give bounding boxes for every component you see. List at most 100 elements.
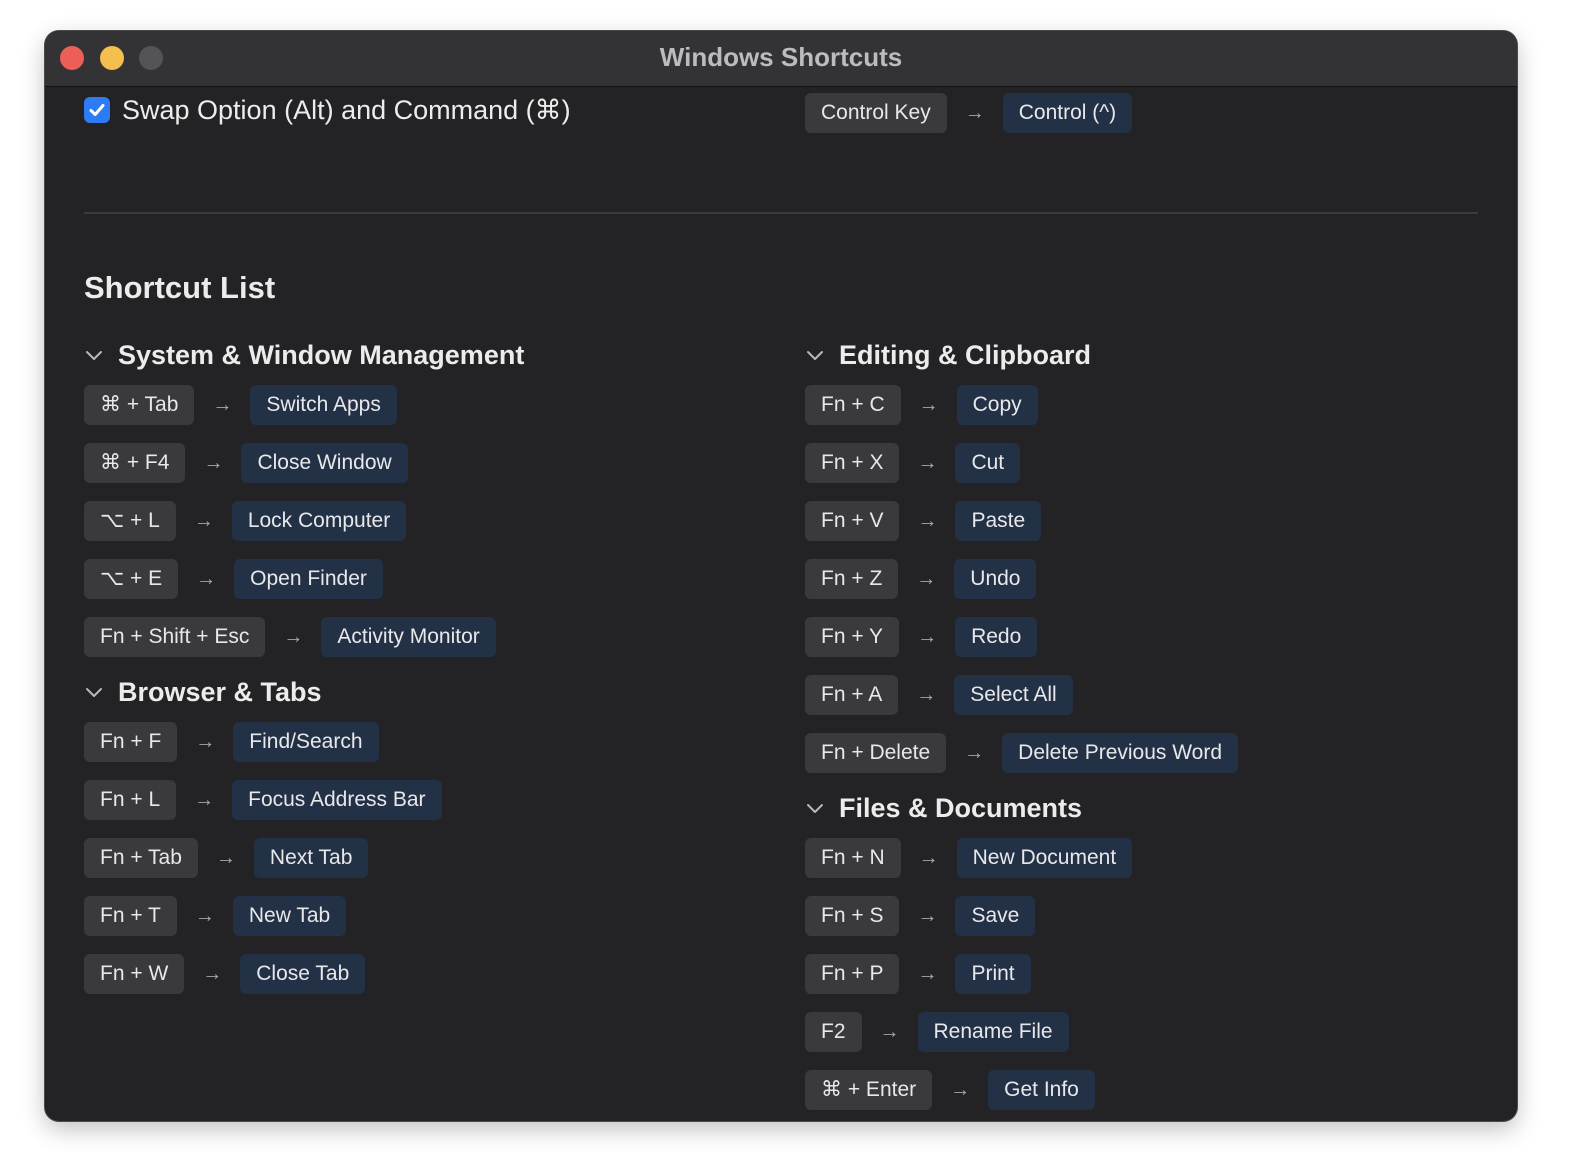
shortcut-action[interactable]: Copy	[956, 385, 1038, 425]
shortcut-keys[interactable]: Fn + Shift + Esc	[84, 617, 266, 657]
shortcut-action[interactable]: Next Tab	[253, 838, 369, 878]
shortcut-keys[interactable]: Fn + F	[84, 722, 178, 762]
shortcut-list-title: Shortcut List	[84, 270, 276, 305]
shortcut-row: Fn + Tab → Next Tab	[84, 838, 524, 878]
shortcut-keys[interactable]: Fn + W	[84, 954, 185, 994]
arrow-right-icon: →	[283, 626, 304, 648]
arrow-right-icon: →	[203, 452, 224, 474]
arrow-right-icon: →	[215, 847, 236, 869]
shortcut-row: Fn + Z → Undo	[805, 559, 1238, 599]
swap-option-command-label: Swap Option (Alt) and Command (⌘)	[122, 94, 571, 125]
shortcut-action[interactable]: New Document	[956, 838, 1133, 878]
shortcut-action[interactable]: Paste	[955, 501, 1042, 541]
shortcut-keys[interactable]: Fn + Tab	[84, 838, 198, 878]
shortcut-action[interactable]: Open Finder	[234, 559, 383, 599]
arrow-right-icon: →	[194, 905, 215, 927]
arrow-right-icon: →	[917, 626, 938, 648]
arrow-right-icon: →	[212, 394, 233, 416]
shortcut-action[interactable]: Close Window	[241, 443, 408, 483]
shortcut-keys[interactable]: Fn + T	[84, 896, 177, 936]
shortcut-row: Fn + V → Paste	[805, 501, 1238, 541]
shortcut-rows-editing-clipboard: Fn + C → Copy Fn + X → Cut Fn + V → Paste Fn + Z →…	[805, 385, 1239, 773]
title-bar: Windows Shortcuts	[45, 31, 1517, 87]
shortcut-row: ⌘ + Tab → Switch Apps	[84, 385, 524, 425]
arrow-right-icon: →	[196, 568, 217, 590]
chevron-down-icon[interactable]	[805, 345, 825, 365]
shortcut-action[interactable]: Activity Monitor	[321, 617, 496, 657]
swap-option-command-checkbox[interactable]	[84, 97, 110, 123]
checkmark-icon	[89, 104, 105, 116]
shortcut-row: ⌥ + L → Lock Computer	[84, 501, 524, 541]
shortcut-row: Fn + F → Find/Search	[84, 722, 524, 762]
arrow-right-icon: →	[950, 1079, 971, 1101]
shortcut-keys[interactable]: ⌘ + Enter	[805, 1070, 933, 1110]
shortcut-keys[interactable]: Fn + S	[805, 896, 900, 936]
section-header-editing-clipboard[interactable]: Editing & Clipboard	[805, 340, 1238, 370]
shortcut-action[interactable]: Find/Search	[233, 722, 379, 762]
settings-content: Swap Option (Alt) and Command (⌘) Contro…	[45, 87, 1517, 1121]
shortcut-column-right: Editing & Clipboard Fn + C → Copy Fn + X → Cut…	[805, 340, 1239, 1121]
shortcut-action[interactable]: Focus Address Bar	[232, 780, 442, 820]
arrow-right-icon: →	[918, 847, 939, 869]
arrow-right-icon: →	[917, 905, 938, 927]
arrow-right-icon: →	[917, 510, 938, 532]
arrow-right-icon: →	[918, 394, 939, 416]
shortcut-keys[interactable]: Fn + P	[805, 954, 900, 994]
shortcut-column-left: System & Window Management ⌘ + Tab → Switch…	[84, 340, 524, 1014]
shortcut-keys[interactable]: Fn + L	[84, 780, 177, 820]
shortcut-keys[interactable]: ⌥ + L	[84, 501, 176, 541]
section-title: Files & Documents	[839, 792, 1083, 823]
swap-option-command-row[interactable]: Swap Option (Alt) and Command (⌘)	[84, 95, 571, 125]
section-title: Editing & Clipboard	[839, 339, 1091, 370]
shortcut-keys[interactable]: Fn + A	[805, 675, 899, 715]
shortcut-action[interactable]: Get Info	[988, 1070, 1095, 1110]
shortcut-action[interactable]: Redo	[955, 617, 1038, 657]
shortcut-row: ⌘ + F4 → Close Window	[84, 443, 524, 483]
arrow-right-icon: →	[964, 742, 985, 764]
shortcut-action[interactable]: Select All	[954, 675, 1073, 715]
shortcut-keys[interactable]: Fn + Delete	[805, 733, 947, 773]
shortcut-keys[interactable]: Fn + Z	[805, 559, 899, 599]
shortcut-row: Fn + Y → Redo	[805, 617, 1238, 657]
shortcut-keys[interactable]: Fn + N	[805, 838, 901, 878]
shortcut-row: Fn + X → Cut	[805, 443, 1238, 483]
shortcut-keys[interactable]: ⌘ + Tab	[84, 385, 195, 425]
chevron-down-icon[interactable]	[805, 798, 825, 818]
arrow-right-icon: →	[195, 731, 216, 753]
shortcut-keys[interactable]: F2	[805, 1012, 862, 1052]
shortcut-row: Fn + W → Close Tab	[84, 954, 524, 994]
shortcut-action[interactable]: Print	[955, 954, 1031, 994]
shortcut-action[interactable]: Lock Computer	[231, 501, 407, 541]
section-header-system-window-management[interactable]: System & Window Management	[84, 340, 524, 370]
shortcut-keys[interactable]: Fn + X	[805, 443, 900, 483]
shortcut-action[interactable]: Save	[955, 896, 1036, 936]
shortcut-keys[interactable]: Fn + C	[805, 385, 901, 425]
shortcut-action[interactable]: Delete Previous Word	[1002, 733, 1239, 773]
arrow-right-icon: →	[202, 963, 223, 985]
shortcut-action[interactable]: Undo	[954, 559, 1037, 599]
shortcut-action[interactable]: Switch Apps	[250, 385, 397, 425]
shortcut-keys[interactable]: Fn + Y	[805, 617, 900, 657]
section-header-browser-tabs[interactable]: Browser & Tabs	[84, 677, 524, 707]
shortcut-action[interactable]: Rename File	[917, 1012, 1069, 1052]
shortcut-keys[interactable]: ⌥ + E	[84, 559, 179, 599]
shortcut-action[interactable]: New Tab	[232, 896, 347, 936]
shortcut-row: Fn + A → Select All	[805, 675, 1238, 715]
shortcut-action[interactable]: Close Tab	[240, 954, 366, 994]
control-key-target[interactable]: Control (^)	[1002, 93, 1133, 133]
shortcut-rows-browser-tabs: Fn + F → Find/Search Fn + L → Focus Address B…	[84, 722, 524, 994]
shortcut-rows-system-window-management: ⌘ + Tab → Switch Apps ⌘ + F4 → Close Window ⌥ …	[84, 385, 524, 657]
shortcut-row: Fn + T → New Tab	[84, 896, 524, 936]
section-header-files-documents[interactable]: Files & Documents	[805, 793, 1238, 823]
chevron-down-icon[interactable]	[84, 682, 104, 702]
shortcut-row: Fn + Shift + Esc → Activity Monitor	[84, 617, 524, 657]
shortcut-row: Fn + P → Print	[805, 954, 1238, 994]
arrow-right-icon: →	[916, 684, 937, 706]
shortcut-keys[interactable]: Fn + V	[805, 501, 900, 541]
control-key-source[interactable]: Control Key	[805, 93, 947, 133]
shortcut-row: ⌘ + Enter → Get Info	[805, 1070, 1238, 1110]
shortcut-action[interactable]: Cut	[955, 443, 1021, 483]
chevron-down-icon[interactable]	[84, 345, 104, 365]
app-window: Windows Shortcuts Swap Option (Alt) and …	[45, 31, 1517, 1121]
shortcut-keys[interactable]: ⌘ + F4	[84, 443, 186, 483]
